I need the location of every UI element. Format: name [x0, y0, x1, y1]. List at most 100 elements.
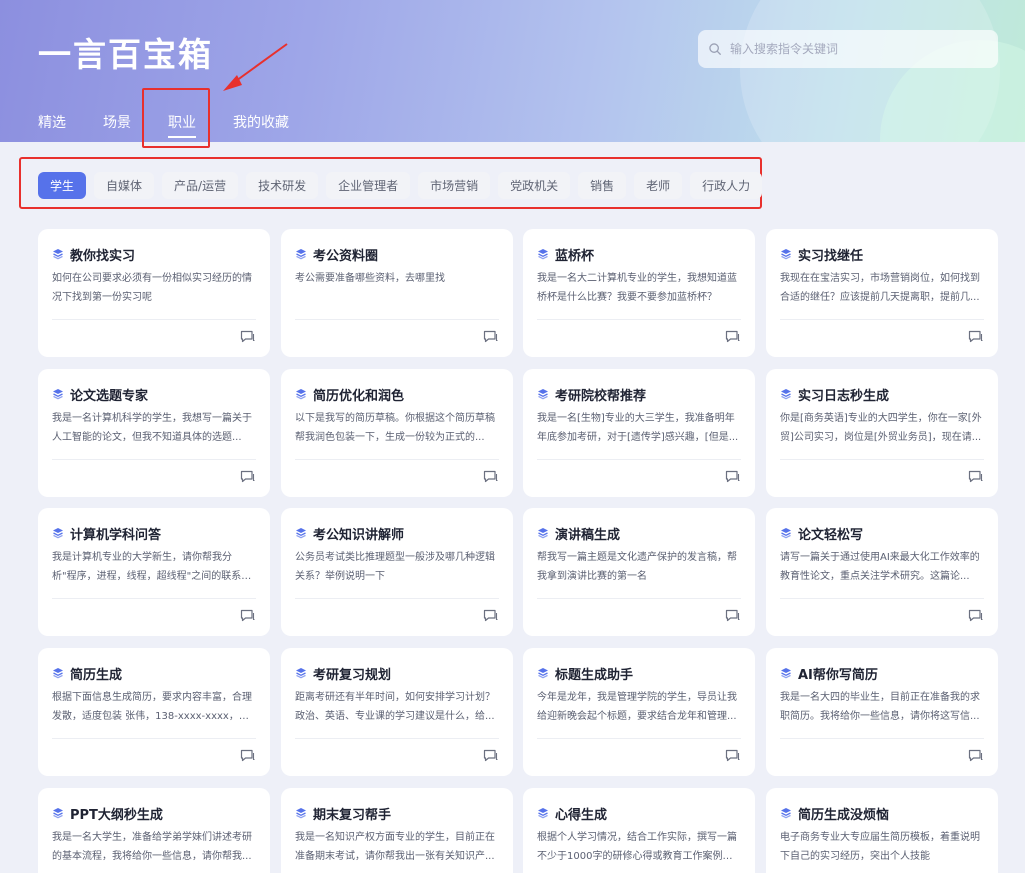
card-description: 根据下面信息生成简历，要求内容丰富，合理发散，适度包装 张伟，138-xxxx-…	[52, 692, 252, 722]
prompt-card[interactable]: 蓝桥杯我是一名大二计算机专业的学生，我想知道蓝桥杯是什么比赛？我要不要参加蓝桥杯…	[523, 229, 755, 357]
card-header: 简历生成没烦恼	[780, 802, 984, 824]
chat-icon[interactable]	[725, 749, 741, 763]
chat-icon[interactable]	[240, 330, 256, 344]
card-header: 演讲稿生成	[537, 522, 741, 544]
prompt-card[interactable]: 简历生成没烦恼 电子商务专业大专应届生简历模板，着重说明下自己的实习经历，突出个人…	[766, 788, 998, 873]
card-divider	[295, 459, 499, 460]
chat-icon[interactable]	[240, 609, 256, 623]
layers-icon	[296, 389, 306, 400]
prompt-card[interactable]: 计算机学科问答 我是计算机专业的大学新生，请你帮我分析"程序，进程，线程，超线程"…	[38, 508, 270, 636]
card-description: 我是一名大四的毕业生，目前正在准备我的求职简历。我将给你一些信息，请你将这写信.…	[780, 692, 980, 722]
layers-icon	[296, 668, 306, 679]
card-header: 考公资料圈	[295, 243, 499, 265]
tab-scenarios[interactable]: 场景	[103, 112, 131, 132]
arrow-annotation	[223, 43, 288, 91]
chat-icon[interactable]	[483, 470, 499, 484]
card-header: 心得生成	[537, 802, 741, 824]
category-chip-tech-dev[interactable]: 技术研发	[246, 172, 319, 199]
layers-icon	[296, 808, 306, 819]
chat-icon[interactable]	[483, 749, 499, 763]
card-description: 帮我写一篇主题是文化遗产保护的发言稿，帮我拿到演讲比赛的第一名	[537, 552, 737, 582]
layers-icon	[53, 389, 63, 400]
card-title: 计算机学科问答	[70, 527, 162, 543]
prompt-card[interactable]: 演讲稿生成帮我写一篇主题是文化遗产保护的发言稿，帮我拿到演讲比赛的第一名	[523, 508, 755, 636]
prompt-card[interactable]: 心得生成根据个人学习情况，结合工作实际，撰写一篇不少于1000字的研修心得或教育…	[523, 788, 755, 873]
card-description: 根据个人学习情况，结合工作实际，撰写一篇不少于1000字的研修心得或教育工作案例…	[537, 832, 737, 862]
prompt-card[interactable]: 论文选题专家我是一名计算机科学的学生，我想写一篇关于人工智能的论文，但我不知道具…	[38, 369, 270, 497]
card-divider	[295, 738, 499, 739]
card-description: 我是一名[生物]专业的大三学生，我准备明年年底参加考研，对于[遗传学]感兴趣，[…	[537, 413, 739, 443]
layers-icon	[53, 808, 63, 819]
prompt-card[interactable]: 教你找实习 如何在公司要求必须有一份相似实习经历的情况下找到第一份实习呢	[38, 229, 270, 357]
chat-icon[interactable]	[725, 609, 741, 623]
chat-icon[interactable]	[725, 330, 741, 344]
layers-icon	[781, 668, 791, 679]
category-chip-self-media[interactable]: 自媒体	[94, 172, 155, 199]
card-description: 我是一名大二计算机专业的学生，我想知道蓝桥杯是什么比赛？我要不要参加蓝桥杯？	[537, 273, 737, 303]
chat-icon[interactable]	[240, 749, 256, 763]
card-title: 实习日志秒生成	[798, 388, 890, 404]
card-title: 考研复习规划	[313, 667, 392, 683]
annotation-box-profession-tab	[142, 88, 210, 148]
prompt-card[interactable]: 考研院校帮推荐 我是一名[生物]专业的大三学生，我准备明年年底参加考研，对于[遗传…	[523, 369, 755, 497]
layers-icon	[53, 668, 63, 679]
prompt-card[interactable]: PPT大纲秒生成 我是一名大学生，准备给学弟学妹们讲述考研的基本流程，我将给你一些…	[38, 788, 270, 873]
chat-icon[interactable]	[968, 330, 984, 344]
chat-icon[interactable]	[968, 609, 984, 623]
chat-icon[interactable]	[725, 470, 741, 484]
category-chip-marketing[interactable]: 市场营销	[418, 172, 491, 199]
prompt-card[interactable]: 简历优化和润色 以下是我写的简历草稿。你根据这个简历草稿帮我润色包装一下，生成一份…	[281, 369, 513, 497]
search-icon	[709, 43, 721, 55]
prompt-card[interactable]: 考研复习规划 距离考研还有半年时间，如何安排学习计划？政治、英语、专业课的学习建议…	[281, 648, 513, 776]
chat-icon[interactable]	[483, 330, 499, 344]
prompt-card[interactable]: 期末复习帮手我是一名知识产权方面专业的学生，目前正在准备期末考试，请你帮我出一张…	[281, 788, 513, 873]
card-title: 实习找继任	[798, 248, 864, 264]
card-divider	[295, 319, 499, 320]
category-chip-sales[interactable]: 销售	[578, 172, 627, 199]
card-title: 简历优化和润色	[313, 388, 405, 404]
prompt-card[interactable]: 考公资料圈 考公需要准备哪些资料，去哪里找	[281, 229, 513, 357]
prompt-card[interactable]: 论文轻松写 请写一篇关于通过使用AI来最大化工作效率的教育性论文，重点关注学术研究…	[766, 508, 998, 636]
card-title: 期末复习帮手	[313, 807, 392, 823]
prompt-card[interactable]: 实习找继任 我现在在宝洁实习，市场营销岗位，如何找到合适的继任？应该提前几天提离职…	[766, 229, 998, 357]
category-chip-teacher[interactable]: 老师	[634, 172, 683, 199]
card-header: 实习找继任	[780, 243, 984, 265]
layers-icon	[538, 249, 548, 260]
card-divider	[537, 598, 741, 599]
chat-icon[interactable]	[240, 470, 256, 484]
card-description: 公务员考试类比推理题型一般涉及哪几种逻辑关系？举例说明一下	[295, 552, 495, 582]
card-description: 今年是龙年，我是管理学院的学生，导员让我给迎新晚会起个标题，要求结合龙年和管理.…	[537, 692, 737, 722]
search-box[interactable]	[698, 30, 998, 68]
prompt-card[interactable]: 标题生成助手 今年是龙年，我是管理学院的学生，导员让我给迎新晚会起个标题，要求结合…	[523, 648, 755, 776]
card-title: 论文轻松写	[798, 527, 864, 543]
card-description: 如何在公司要求必须有一份相似实习经历的情况下找到第一份实习呢	[52, 273, 252, 303]
tab-featured[interactable]: 精选	[38, 112, 66, 132]
prompt-card[interactable]: AI帮你写简历我是一名大四的毕业生，目前正在准备我的求职简历。我将给你一些信息，…	[766, 648, 998, 776]
card-header: 简历优化和润色	[295, 383, 499, 405]
category-chip-manager[interactable]: 企业管理者	[326, 172, 411, 199]
layers-icon	[781, 808, 791, 819]
prompt-card[interactable]: 实习日志秒生成 你是[商务英语]专业的大四学生，你在一家[外贸]公司实习，岗位是[…	[766, 369, 998, 497]
card-divider	[52, 598, 256, 599]
category-chip-student[interactable]: 学生	[38, 172, 87, 199]
category-chip-hr-admin[interactable]: 行政人力	[690, 172, 763, 199]
prompt-card[interactable]: 简历生成 根据下面信息生成简历，要求内容丰富，合理发散，适度包装 张伟，138-x…	[38, 648, 270, 776]
card-description: 我是一名知识产权方面专业的学生，目前正在准备期末考试，请你帮我出一张有关知识产.…	[295, 832, 495, 862]
tab-my-favorites[interactable]: 我的收藏	[233, 112, 289, 132]
layers-icon	[781, 528, 791, 539]
card-divider	[537, 738, 741, 739]
card-header: 论文选题专家	[52, 383, 256, 405]
chat-icon[interactable]	[968, 470, 984, 484]
card-description: 我是一名计算机科学的学生，我想写一篇关于人工智能的论文，但我不知道具体的选题..…	[52, 413, 252, 443]
category-chip-government[interactable]: 党政机关	[498, 172, 571, 199]
category-chip-product-ops[interactable]: 产品/运营	[162, 172, 239, 199]
card-divider	[780, 598, 984, 599]
card-header: AI帮你写简历	[780, 662, 984, 684]
search-input[interactable]	[730, 42, 980, 56]
card-header: 蓝桥杯	[537, 243, 741, 265]
layers-icon	[53, 249, 63, 260]
chat-icon[interactable]	[483, 609, 499, 623]
layers-icon	[538, 808, 548, 819]
chat-icon[interactable]	[968, 749, 984, 763]
prompt-card[interactable]: 考公知识讲解师 公务员考试类比推理题型一般涉及哪几种逻辑关系？举例说明一下	[281, 508, 513, 636]
